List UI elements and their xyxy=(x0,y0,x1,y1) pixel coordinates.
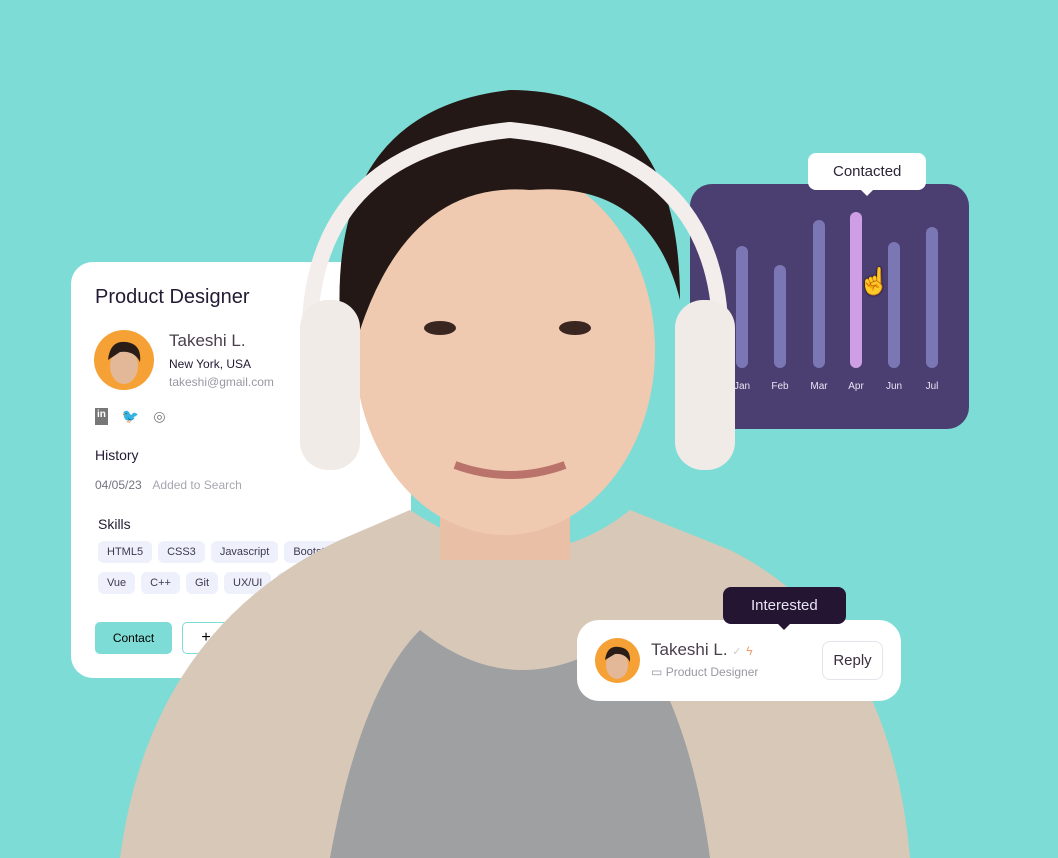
person-photo xyxy=(120,90,910,858)
reply-card: Takeshi L. ✓ ϟ ▭ Product Designer Reply xyxy=(577,620,901,701)
interested-tooltip: Interested xyxy=(723,587,846,630)
reply-button[interactable]: Reply xyxy=(822,641,883,680)
avatar xyxy=(595,638,640,683)
role: Product Designer xyxy=(665,665,759,679)
candidate-name: Takeshi L. xyxy=(651,640,728,659)
lightning-icon: ϟ xyxy=(746,644,753,658)
folder-icon: ▭ xyxy=(651,665,663,679)
linkedin-icon[interactable]: in xyxy=(95,408,108,425)
check-icon: ✓ xyxy=(732,646,742,658)
